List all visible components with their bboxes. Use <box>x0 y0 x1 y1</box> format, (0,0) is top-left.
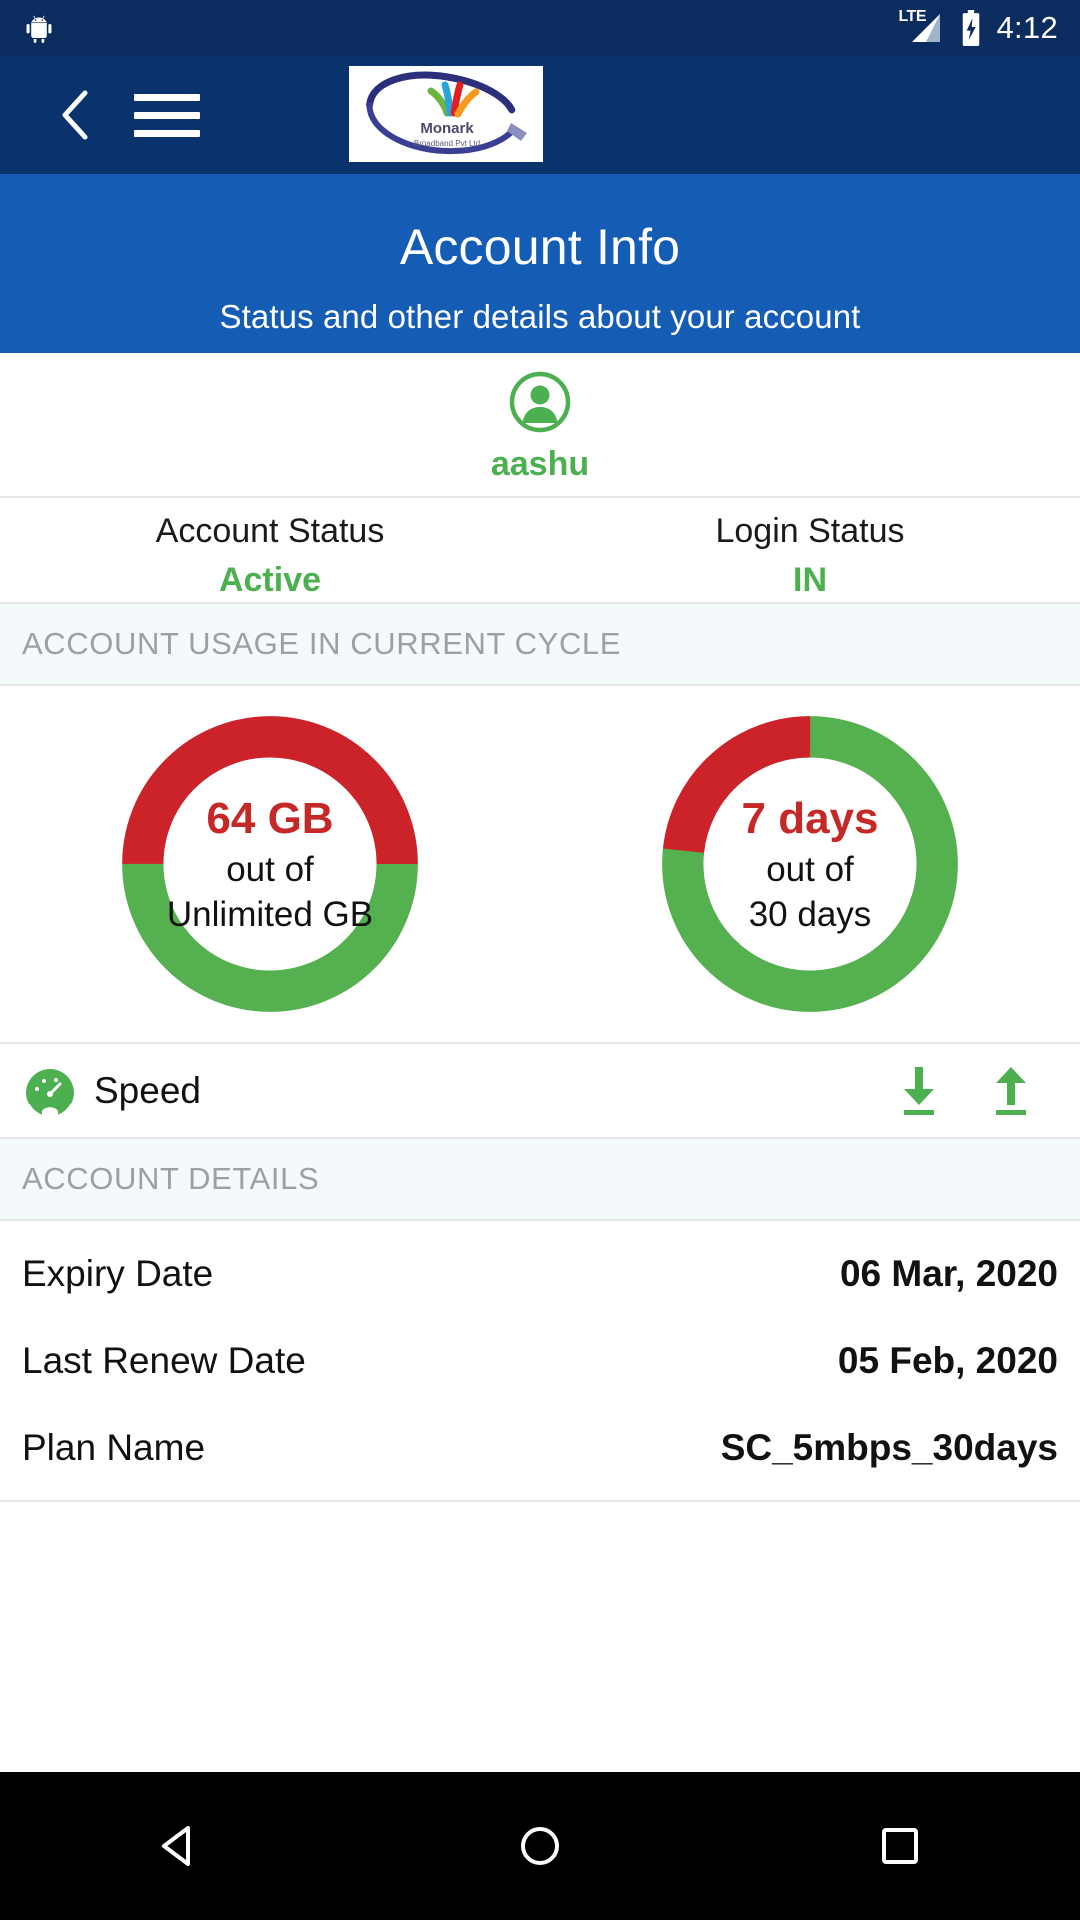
status-summary-row: Account Status Active Login Status IN <box>0 498 1080 604</box>
section-header-account-usage: ACCOUNT USAGE IN CURRENT CYCLE <box>0 604 1080 686</box>
hamburger-menu-button[interactable] <box>134 93 200 137</box>
data-usage-value: 64 GB <box>206 793 334 843</box>
page-title: Account Info <box>399 219 681 275</box>
app-bar: Monark Broadband Pvt Ltd <box>0 56 1080 174</box>
days-usage-labels: 7 days out of 30 days <box>651 705 969 1023</box>
battery-charging-icon <box>963 10 980 46</box>
download-arrow-icon[interactable] <box>896 1063 942 1119</box>
login-status-label: Login Status <box>715 512 905 550</box>
upload-arrow-icon[interactable] <box>988 1063 1034 1119</box>
page-subtitle: Status and other details about your acco… <box>219 298 861 335</box>
account-status-cell: Account Status Active <box>0 498 540 602</box>
account-status-label: Account Status <box>155 512 385 550</box>
user-avatar-icon <box>509 371 571 433</box>
status-bar-right: LTE 4:12 <box>898 8 1058 46</box>
nav-recents-square-icon[interactable] <box>872 1818 928 1874</box>
android-navigation-bar <box>0 1772 1080 1920</box>
speedometer-icon <box>26 1068 74 1117</box>
nav-home-circle-icon[interactable] <box>512 1818 568 1874</box>
login-status-value: IN <box>793 561 827 599</box>
section-header-account-details: ACCOUNT DETAILS <box>0 1139 1080 1221</box>
lte-signal-icon: LTE <box>898 8 946 46</box>
section-header-details-label: ACCOUNT DETAILS <box>22 1161 320 1196</box>
usage-charts-row: 64 GB out of Unlimited GB 7 days out of … <box>0 686 1080 1044</box>
speed-actions <box>896 1063 1058 1119</box>
chevron-left-icon <box>62 90 88 140</box>
plan-name-label: Plan Name <box>22 1426 206 1468</box>
days-usage-donut: 7 days out of 30 days <box>651 705 969 1023</box>
app-screen: LTE 4:12 Monark Broadband Pvt Ltd Accoun… <box>0 0 1080 1920</box>
data-usage-chart-cell: 64 GB out of Unlimited GB <box>0 686 540 1042</box>
data-usage-labels: 64 GB out of Unlimited GB <box>111 705 429 1023</box>
nav-back-triangle-icon[interactable] <box>152 1818 208 1874</box>
login-status-cell: Login Status IN <box>540 498 1080 602</box>
days-usage-outof: out of <box>766 849 854 889</box>
days-usage-value: 7 days <box>741 793 879 843</box>
lte-label: LTE <box>898 8 926 25</box>
speed-label: Speed <box>94 1069 201 1111</box>
days-usage-chart-cell: 7 days out of 30 days <box>540 686 1080 1042</box>
hamburger-menu-icon <box>134 111 200 119</box>
status-bar: LTE 4:12 <box>0 0 1080 56</box>
profile-section: aashu <box>0 353 1080 498</box>
data-usage-donut: 64 GB out of Unlimited GB <box>111 705 429 1023</box>
hamburger-menu-icon <box>134 129 200 137</box>
last-renew-date-label: Last Renew Date <box>22 1339 306 1381</box>
svg-text:Monark: Monark <box>420 120 474 137</box>
data-usage-total: Unlimited GB <box>166 894 374 934</box>
speed-row[interactable]: Speed <box>0 1044 1080 1139</box>
hamburger-menu-icon <box>134 93 200 101</box>
account-status-value: Active <box>218 561 322 599</box>
svg-text:Broadband Pvt Ltd: Broadband Pvt Ltd <box>414 139 480 148</box>
android-robot-icon <box>26 15 52 43</box>
plan-name-value: SC_5mbps_30days <box>720 1426 1058 1468</box>
expiry-date-value: 06 Mar, 2020 <box>839 1252 1058 1294</box>
back-button[interactable] <box>34 89 114 141</box>
days-usage-total: 30 days <box>748 894 872 934</box>
username-label: aashu <box>490 445 590 483</box>
page-header-banner: Account Info Status and other details ab… <box>0 174 1080 353</box>
data-usage-outof: out of <box>226 849 314 889</box>
monark-logo-icon: Monark Broadband Pvt Ltd <box>366 71 527 155</box>
table-row: Plan Name SC_5mbps_30days <box>0 1395 1080 1502</box>
expiry-date-label: Expiry Date <box>22 1252 214 1294</box>
brand-logo[interactable]: Monark Broadband Pvt Ltd <box>349 66 543 162</box>
last-renew-date-value: 05 Feb, 2020 <box>837 1339 1058 1381</box>
section-header-usage-label: ACCOUNT USAGE IN CURRENT CYCLE <box>22 626 622 661</box>
status-bar-left <box>22 11 56 45</box>
status-bar-clock: 4:12 <box>996 10 1058 45</box>
